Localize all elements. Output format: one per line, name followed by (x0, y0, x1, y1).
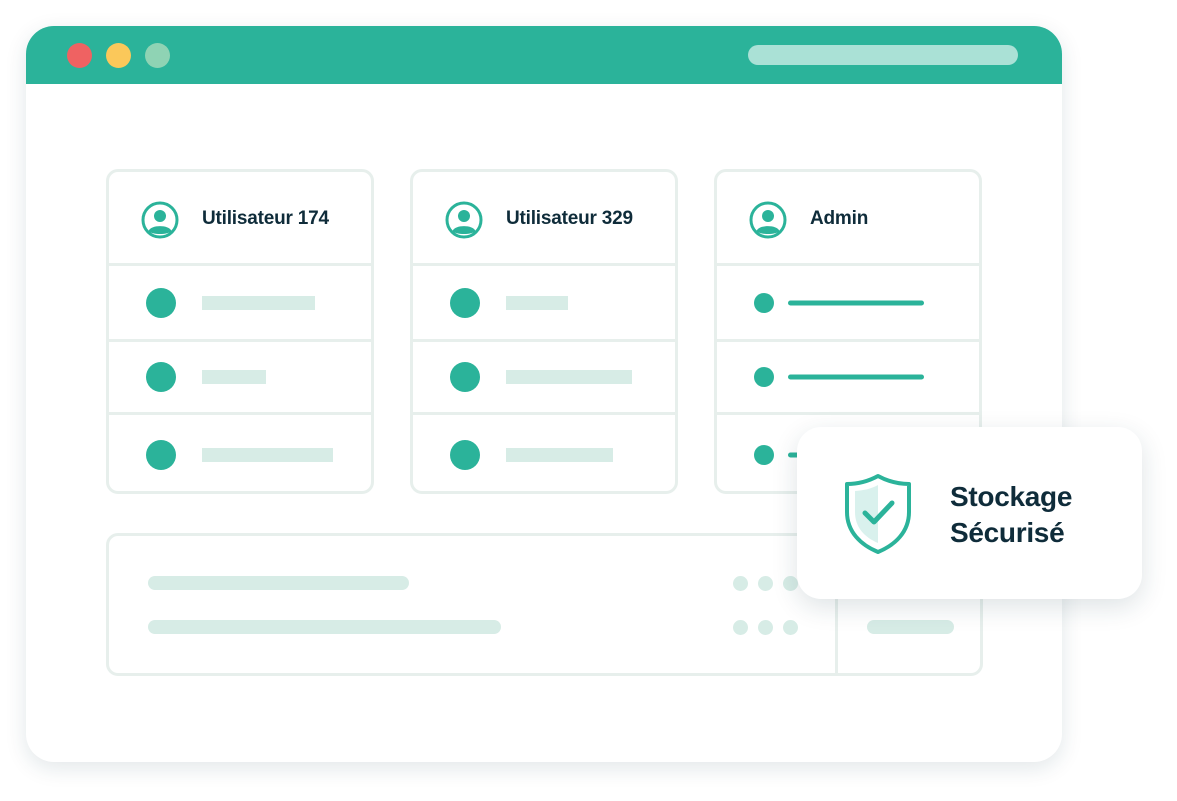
placeholder-line (148, 576, 409, 590)
list-item[interactable] (717, 266, 979, 342)
user-card-2[interactable]: Utilisateur 329 (410, 169, 678, 494)
placeholder-bar (202, 370, 266, 384)
user-avatar-icon (141, 201, 179, 239)
user-card-1[interactable]: Utilisateur 174 (106, 169, 374, 494)
more-dot (783, 620, 798, 635)
maximize-window-button[interactable] (145, 43, 170, 68)
list-item[interactable] (413, 415, 675, 491)
more-dot (758, 576, 773, 591)
card-title: Admin (810, 208, 869, 229)
placeholder-bar (506, 447, 613, 462)
more-dot (758, 620, 773, 635)
more-dot (783, 576, 798, 591)
status-dot (754, 367, 774, 387)
user-avatar-icon (445, 201, 483, 239)
more-dot (733, 620, 748, 635)
card-title: Utilisateur 329 (506, 208, 633, 229)
window-titlebar (26, 26, 1062, 84)
badge-text: Stockage Sécurisé (950, 479, 1072, 551)
action-placeholder[interactable] (867, 620, 954, 634)
card-title: Utilisateur 174 (202, 208, 329, 229)
badge-line-2: Sécurisé (950, 517, 1065, 548)
minimize-window-button[interactable] (106, 43, 131, 68)
status-dot (146, 287, 176, 318)
status-dot (450, 362, 480, 392)
list-item[interactable] (717, 342, 979, 415)
list-item[interactable] (109, 266, 371, 342)
status-dot (146, 362, 176, 392)
secure-storage-badge: Stockage Sécurisé (797, 427, 1142, 599)
status-dot (450, 439, 480, 470)
status-dot (754, 292, 774, 313)
list-item[interactable] (413, 266, 675, 342)
placeholder-bar (202, 295, 315, 310)
status-dot (146, 439, 176, 470)
close-window-button[interactable] (67, 43, 92, 68)
placeholder-line (148, 620, 501, 634)
address-bar[interactable] (748, 45, 1018, 65)
progress-line (788, 300, 924, 305)
card-header: Utilisateur 174 (109, 172, 371, 266)
badge-line-1: Stockage (950, 481, 1073, 512)
placeholder-bar (506, 370, 632, 384)
progress-line (788, 374, 924, 380)
status-dot (450, 287, 480, 318)
list-item[interactable] (413, 342, 675, 415)
browser-window: Utilisateur 174 Utilisateur 329 Admin (26, 26, 1062, 762)
shield-check-icon (845, 474, 911, 554)
card-header: Admin (717, 172, 979, 266)
placeholder-bar (506, 295, 568, 310)
more-dot (733, 576, 748, 591)
user-avatar-icon (749, 201, 787, 239)
list-item[interactable] (109, 342, 371, 415)
list-item[interactable] (109, 415, 371, 491)
card-header: Utilisateur 329 (413, 172, 675, 266)
status-dot (754, 444, 774, 465)
placeholder-bar (202, 447, 333, 462)
